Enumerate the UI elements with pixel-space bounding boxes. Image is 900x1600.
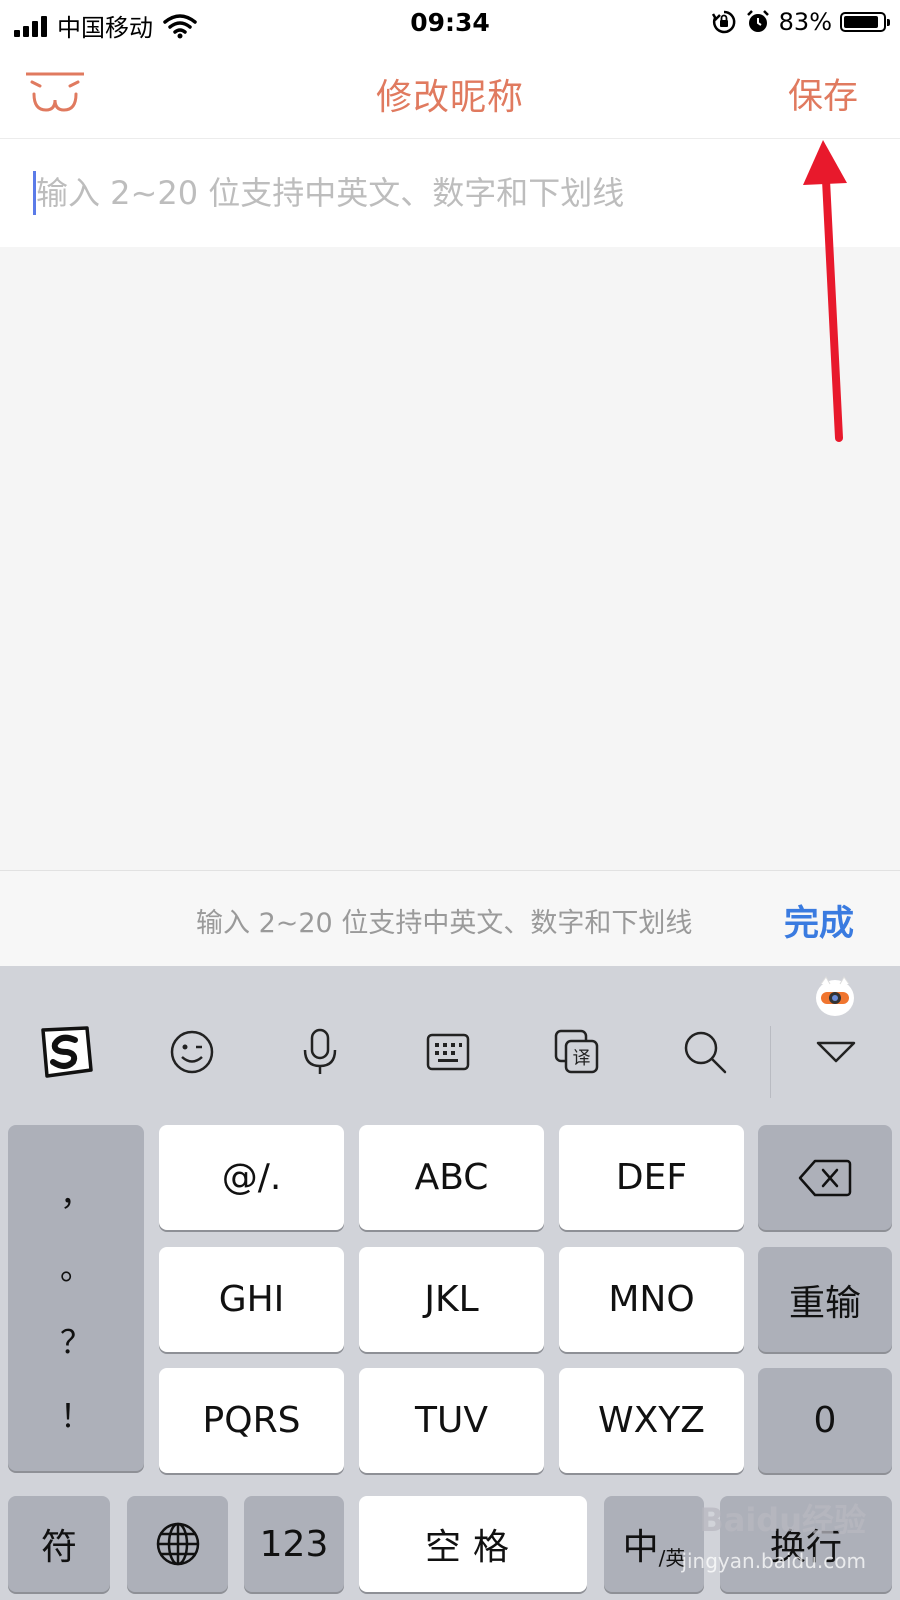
- key-mno[interactable]: MNO: [559, 1247, 744, 1352]
- keyboard-icon[interactable]: [416, 1020, 480, 1084]
- emoji-icon[interactable]: [160, 1020, 224, 1084]
- annotation-arrow: [803, 140, 847, 442]
- language-switch-key[interactable]: 中/英: [604, 1496, 704, 1592]
- toolbar-divider: [770, 1026, 771, 1098]
- key-abc[interactable]: ABC: [359, 1125, 544, 1230]
- microphone-icon[interactable]: [288, 1020, 352, 1084]
- symbols-fu-key[interactable]: 符: [8, 1496, 110, 1592]
- punct-exclamation: ！: [59, 1397, 92, 1435]
- key-def[interactable]: DEF: [559, 1125, 744, 1230]
- space-key[interactable]: 空格: [359, 1496, 587, 1592]
- zero-key[interactable]: 0: [758, 1368, 892, 1473]
- reinput-key[interactable]: 重输: [758, 1247, 892, 1352]
- lang-sub: /英: [658, 1545, 686, 1570]
- punct-period: 。: [59, 1249, 92, 1287]
- space-label: 空格: [424, 1527, 521, 1568]
- globe-icon: [156, 1522, 199, 1566]
- punct-question: ？: [59, 1323, 92, 1361]
- globe-key[interactable]: [127, 1496, 228, 1592]
- key-jkl[interactable]: JKL: [359, 1247, 544, 1352]
- keyboard-toolbar: 译: [0, 1020, 900, 1098]
- key-symbols[interactable]: @/.: [159, 1125, 344, 1230]
- key-tuv[interactable]: TUV: [359, 1368, 544, 1473]
- key-wxyz[interactable]: WXYZ: [559, 1368, 744, 1473]
- enter-key[interactable]: 换行: [720, 1496, 892, 1592]
- svg-text:译: 译: [573, 1048, 591, 1069]
- keyboard-accessory-bar: 输入 2~20 位支持中英文、数字和下划线 完成: [0, 870, 900, 967]
- backspace-icon: [798, 1159, 852, 1196]
- mascot-icon[interactable]: [813, 974, 857, 1018]
- numbers-key[interactable]: 123: [244, 1496, 344, 1592]
- backspace-key[interactable]: [758, 1125, 892, 1230]
- sogou-logo-icon[interactable]: [33, 1020, 97, 1084]
- punctuation-column-key[interactable]: ， 。 ？ ！: [8, 1125, 144, 1471]
- collapse-keyboard-icon[interactable]: [804, 1020, 868, 1084]
- translate-icon[interactable]: 译: [545, 1020, 609, 1084]
- lang-main: 中: [622, 1527, 659, 1568]
- key-ghi[interactable]: GHI: [159, 1247, 344, 1352]
- punct-comma: ，: [59, 1175, 92, 1213]
- key-pqrs[interactable]: PQRS: [159, 1368, 344, 1473]
- input-hint: 输入 2~20 位支持中英文、数字和下划线: [196, 908, 693, 939]
- done-button[interactable]: 完成: [784, 895, 854, 946]
- keyboard: 译 ， 。 ？ ！ @/. ABC DEF GHI JKL MNO PQRS T…: [0, 966, 900, 1600]
- search-icon[interactable]: [673, 1020, 737, 1084]
